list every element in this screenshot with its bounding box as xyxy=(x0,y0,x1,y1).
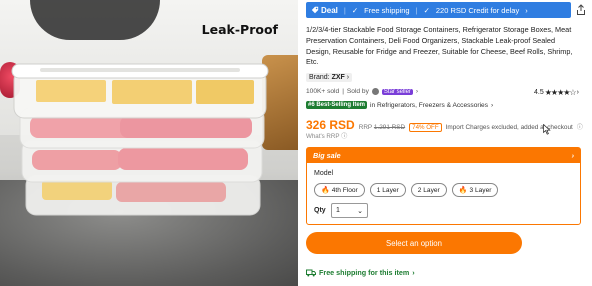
best-selling-badge: #6 Best-Selling Item xyxy=(306,101,368,109)
rrp-price: RRP 1.291 RSD xyxy=(359,124,405,131)
model-option-3-layer[interactable]: 🔥 3 Layer xyxy=(451,183,499,197)
chevron-right-icon: › xyxy=(412,268,415,277)
chevron-right-icon: › xyxy=(576,89,579,96)
brand-name: ZXF xyxy=(331,74,345,81)
chevron-right-icon: › xyxy=(346,74,350,81)
info-icon[interactable]: ⓘ xyxy=(577,122,583,131)
rrp-label: RRP xyxy=(358,124,373,131)
seller-avatar[interactable] xyxy=(371,88,379,95)
free-shipping-label: Free shipping for this item xyxy=(319,268,410,277)
divider: | xyxy=(415,5,418,15)
select-option-button[interactable]: Select an option xyxy=(306,232,522,254)
check-icon: ✓ xyxy=(351,5,359,15)
model-option-label: 1 Layer xyxy=(376,186,399,194)
chevron-right-icon: › xyxy=(571,151,574,160)
divider: | xyxy=(343,5,346,15)
chevron-right-icon: › xyxy=(525,5,528,15)
whats-rrp-link[interactable]: What's RRP ⓘ xyxy=(306,131,347,140)
price-row: 326 RSD RRP 1.291 RSD 74% OFF Import Cha… xyxy=(306,118,583,132)
check-icon: ✓ xyxy=(423,5,430,15)
brand-link[interactable]: Brand: ZXF › xyxy=(306,73,353,82)
model-option-label: 2 Layer xyxy=(417,186,440,194)
rating-value: 4.5 xyxy=(534,89,544,96)
deal-banner[interactable]: Deal | ✓ Free shipping | ✓ 220 RSD Credi… xyxy=(306,2,571,18)
chevron-down-icon: ⌄ xyxy=(357,207,363,215)
sold-count: 100K+ sold xyxy=(306,88,340,95)
big-sale-title: Big sale xyxy=(313,151,341,160)
leak-proof-label: Leak-Proof xyxy=(201,22,278,37)
big-sale-box: Big sale › Model 🔥 4th Floor 1 Layer 2 L… xyxy=(306,147,581,225)
credit-text: 220 RSD Credit for delay xyxy=(435,5,520,15)
best-selling-row[interactable]: #6 Best-Selling Item in Refrigerators, F… xyxy=(306,101,493,109)
fire-icon: 🔥 xyxy=(321,187,330,194)
quantity-select[interactable]: 1 ⌄ xyxy=(331,203,368,218)
divider: | xyxy=(342,88,344,95)
import-charges-note: Import Charges excluded, added at checko… xyxy=(445,124,573,131)
current-price: 326 RSD xyxy=(306,118,355,132)
star-seller-badge[interactable]: Star seller xyxy=(381,88,413,95)
deal-tag: Deal xyxy=(311,6,338,15)
quantity-value: 1 xyxy=(336,207,340,214)
deal-label: Deal xyxy=(321,5,338,15)
chevron-right-icon: › xyxy=(415,88,419,95)
rrp-value: 1.291 RSD xyxy=(373,124,406,131)
best-selling-category: in Refrigerators, Freezers & Accessories xyxy=(370,101,489,109)
model-option-4th-floor[interactable]: 🔥 4th Floor xyxy=(314,183,365,197)
free-shipping-row[interactable]: Free shipping for this item › xyxy=(306,268,415,277)
sold-by-label: Sold by xyxy=(346,88,369,95)
free-shipping-text: Free shipping xyxy=(364,5,410,15)
whats-rrp-label: What's RRP xyxy=(306,133,340,140)
rating-summary[interactable]: 4.5 ★★★★☆ › xyxy=(534,88,579,97)
sales-info: 100K+ sold | Sold by Star seller › xyxy=(306,88,418,95)
model-label: Model xyxy=(314,170,334,177)
product-image[interactable]: Leak-Proof xyxy=(0,0,298,286)
info-icon: ⓘ xyxy=(341,133,348,140)
share-icon[interactable] xyxy=(575,4,587,16)
model-options: 🔥 4th Floor 1 Layer 2 Layer 🔥 3 Layer xyxy=(314,183,499,197)
chevron-right-icon: › xyxy=(491,101,494,109)
big-sale-header[interactable]: Big sale › xyxy=(307,148,580,163)
model-option-2-layer[interactable]: 2 Layer xyxy=(410,183,447,197)
model-option-label: 4th Floor xyxy=(331,186,358,194)
fire-icon: 🔥 xyxy=(458,187,468,194)
discount-badge: 74% OFF xyxy=(409,123,442,132)
qty-label: Qty xyxy=(314,207,326,214)
model-option-label: 3 Layer xyxy=(469,186,492,194)
product-title: 1/2/3/4-tier Stackable Food Storage Cont… xyxy=(306,25,573,67)
container-stack xyxy=(11,63,269,216)
truck-icon xyxy=(306,269,316,276)
star-rating-icon: ★★★★☆ xyxy=(544,88,577,97)
brand-label: Brand: xyxy=(309,74,330,81)
tag-icon xyxy=(311,6,319,14)
stacked-containers-illustration xyxy=(11,63,269,216)
product-details-panel: Deal | ✓ Free shipping | ✓ 220 RSD Credi… xyxy=(306,0,590,286)
model-option-1-layer[interactable]: 1 Layer xyxy=(369,183,406,197)
mouse-cursor-icon xyxy=(543,124,551,135)
